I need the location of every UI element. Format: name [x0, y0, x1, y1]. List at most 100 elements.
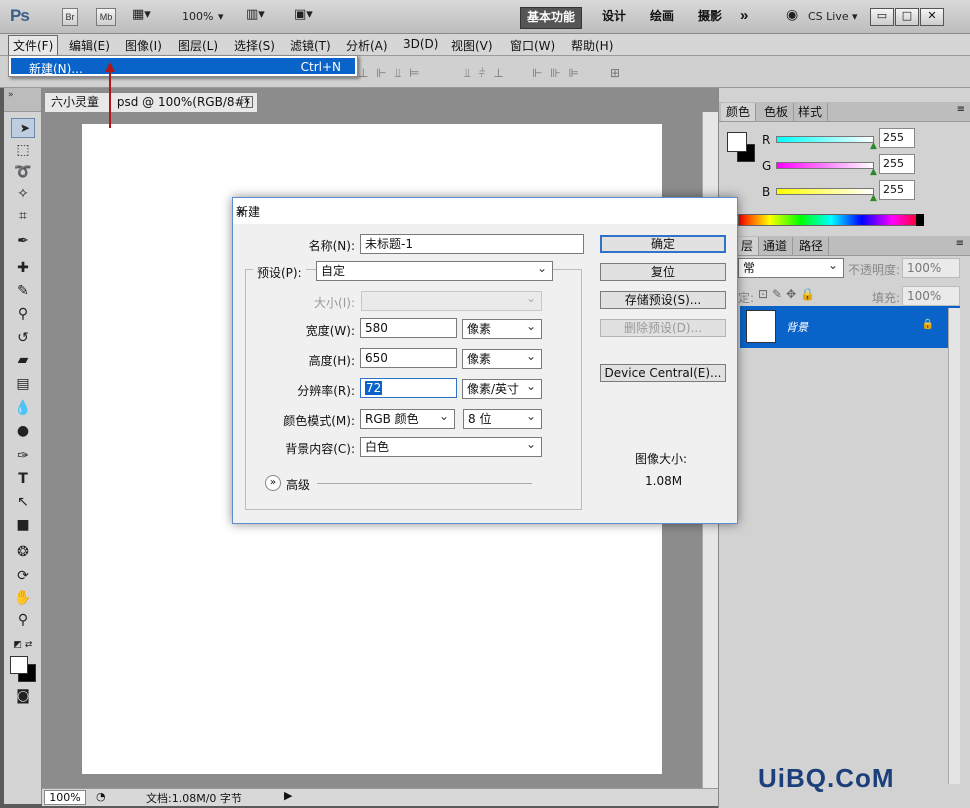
bit-depth-select[interactable]: 8 位 — [463, 407, 542, 429]
channel-r-value[interactable]: 255 — [879, 128, 915, 148]
channel-g-slider[interactable] — [776, 162, 874, 169]
color-mode-select[interactable]: RGB 颜色 — [360, 407, 455, 429]
tab-layers[interactable]: 层 — [736, 237, 760, 255]
menu-window[interactable]: 窗口(W) — [506, 37, 559, 54]
brush-tool-icon[interactable]: ✎ — [11, 281, 35, 301]
color-panel-foreground-swatch[interactable] — [727, 132, 747, 152]
tab-paths[interactable]: 路径 — [794, 237, 830, 255]
height-unit-select[interactable]: 像素 — [462, 347, 542, 369]
layers-panel-menu-icon[interactable]: ≡ — [956, 238, 964, 249]
menu-item-new[interactable]: 新建(N)... Ctrl+N — [11, 58, 355, 76]
preset-select[interactable]: 自定 — [316, 259, 553, 281]
workspace-essentials[interactable]: 基本功能 — [520, 7, 583, 29]
tools-panel-header[interactable]: » — [4, 88, 41, 112]
channel-r-handle-icon[interactable]: ▲ — [870, 141, 877, 151]
crop-tool-icon[interactable]: ⌗ — [11, 206, 35, 226]
history-brush-tool-icon[interactable]: ↺ — [11, 328, 35, 348]
mini-bridge-button[interactable]: Mb — [96, 8, 116, 26]
restore-icon[interactable]: □ — [895, 8, 919, 26]
hand-tool-icon[interactable]: ✋ — [11, 588, 35, 608]
advanced-expand-icon[interactable]: » — [265, 475, 281, 491]
device-central-button[interactable]: Device Central(E)... — [600, 364, 726, 382]
delete-preset-button[interactable]: 删除预设(D)... — [600, 319, 726, 337]
width-unit-select[interactable]: 像素 — [462, 317, 542, 339]
zoom-tool-icon[interactable]: ⚲ — [11, 610, 35, 630]
healing-brush-tool-icon[interactable]: ✚ — [11, 258, 35, 278]
lasso-tool-icon[interactable]: ➰ — [11, 162, 35, 182]
minimize-icon[interactable]: ▭ — [870, 8, 894, 26]
align-icons[interactable]: ⊥ ⊩ ⫫ ⊨ — [358, 66, 422, 81]
close-document-icon[interactable]: ✕ — [241, 96, 253, 108]
menu-image[interactable]: 图像(I) — [121, 37, 166, 54]
opacity-input[interactable]: 100% — [902, 258, 960, 278]
close-window-icon[interactable]: ✕ — [920, 8, 944, 26]
cs-live-icon[interactable]: ◉ — [786, 7, 798, 23]
spectrum-black-swatch[interactable] — [916, 214, 924, 226]
workspace-photography[interactable]: 摄影 — [692, 7, 728, 29]
color-panel-menu-icon[interactable]: ≡ — [957, 104, 965, 115]
3d-orbit-tool-icon[interactable]: ⟳ — [11, 566, 35, 586]
tab-color[interactable]: 颜色 — [721, 103, 757, 121]
more-workspaces-icon[interactable]: » — [734, 7, 754, 29]
resolution-input[interactable]: 72 — [360, 378, 457, 398]
menu-3d[interactable]: 3D(D) — [399, 37, 442, 51]
channel-g-handle-icon[interactable]: ▲ — [870, 167, 877, 177]
swap-colors-icon[interactable]: ◩ ⇄ — [11, 635, 35, 655]
ok-button[interactable]: 确定 — [600, 235, 726, 253]
magic-wand-tool-icon[interactable]: ✧ — [11, 184, 35, 204]
layer-row-background[interactable]: 背景 🔒 — [740, 306, 960, 348]
gradient-tool-icon[interactable]: ▤ — [11, 374, 35, 394]
quick-mask-icon[interactable]: ◙ — [11, 686, 35, 706]
3d-rotate-tool-icon[interactable]: ❂ — [11, 542, 35, 562]
marquee-tool-icon[interactable]: ⬚ — [11, 140, 35, 160]
menu-help[interactable]: 帮助(H) — [567, 37, 617, 54]
eyedropper-tool-icon[interactable]: ✒ — [11, 231, 35, 251]
lock-icons[interactable]: ⊡✎✥🔒 — [758, 287, 819, 301]
arrange-documents-icon[interactable]: ▥▾ — [246, 7, 265, 22]
channel-b-handle-icon[interactable]: ▲ — [870, 193, 877, 203]
rectangle-tool-icon[interactable]: ■ — [11, 515, 35, 535]
menu-file[interactable]: 文件(F) — [8, 35, 59, 56]
status-menu-arrow-icon[interactable]: ▶ — [284, 789, 292, 802]
eraser-tool-icon[interactable]: ▰ — [11, 350, 35, 370]
dodge-tool-icon[interactable]: ● — [11, 421, 35, 441]
cs-live-dropdown-icon[interactable]: ▾ — [852, 10, 858, 23]
workspace-design[interactable]: 设计 — [596, 7, 632, 29]
status-zoom-input[interactable]: 100% — [44, 790, 86, 805]
blur-tool-icon[interactable]: 💧 — [11, 398, 35, 418]
path-selection-tool-icon[interactable]: ↖ — [11, 492, 35, 512]
menu-view[interactable]: 视图(V) — [447, 37, 497, 54]
status-preview-icon[interactable]: ◔ — [96, 790, 106, 803]
type-tool-icon[interactable]: T — [11, 469, 35, 489]
distribute-horizontal-icons[interactable]: ⊩ ⊪ ⊫ — [532, 66, 581, 80]
advanced-label[interactable]: 高级 — [286, 476, 310, 493]
size-select[interactable] — [361, 289, 542, 311]
foreground-color-swatch[interactable] — [10, 656, 28, 674]
bridge-button[interactable]: Br — [62, 8, 78, 26]
tab-swatches[interactable]: 色板 — [759, 103, 795, 121]
tab-styles[interactable]: 样式 — [793, 103, 829, 121]
width-input[interactable]: 580 — [360, 318, 457, 338]
channel-r-slider[interactable] — [776, 136, 874, 143]
layers-scrollbar[interactable] — [948, 308, 960, 784]
cs-live-button[interactable]: CS Live — [808, 10, 849, 23]
auto-align-icon[interactable]: ⊞ — [610, 66, 622, 80]
distribute-icons[interactable]: ⫫ ⫩ ⊥ — [464, 66, 506, 81]
zoom-level[interactable]: 100% — [182, 10, 213, 23]
menu-filter[interactable]: 滤镜(T) — [286, 37, 335, 54]
view-extras-icon[interactable]: ▦▾ — [132, 7, 151, 22]
fill-input[interactable]: 100% — [902, 286, 960, 306]
channel-g-value[interactable]: 255 — [879, 154, 915, 174]
workspace-painting[interactable]: 绘画 — [644, 7, 680, 29]
channel-b-slider[interactable] — [776, 188, 874, 195]
pen-tool-icon[interactable]: ✑ — [11, 446, 35, 466]
zoom-dropdown-icon[interactable]: ▾ — [218, 10, 224, 23]
dialog-close-icon[interactable]: ✕ — [236, 203, 729, 221]
name-input[interactable]: 未标题-1 — [360, 234, 584, 254]
screen-mode-icon[interactable]: ▣▾ — [294, 7, 313, 22]
menu-edit[interactable]: 编辑(E) — [65, 37, 114, 54]
color-spectrum-bar[interactable] — [738, 214, 924, 226]
height-input[interactable]: 650 — [360, 348, 457, 368]
clone-stamp-tool-icon[interactable]: ⚲ — [11, 304, 35, 324]
menu-select[interactable]: 选择(S) — [230, 37, 279, 54]
